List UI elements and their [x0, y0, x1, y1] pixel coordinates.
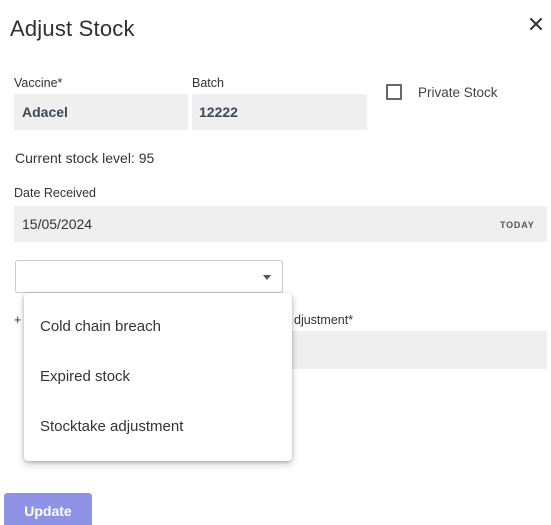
chevron-down-icon[interactable]: [263, 275, 271, 280]
menu-item-stocktake-adjustment[interactable]: Stocktake adjustment: [24, 402, 292, 452]
vaccine-label: Vaccine*: [14, 76, 62, 90]
batch-label: Batch: [192, 76, 224, 90]
date-received-label: Date Received: [14, 186, 96, 200]
menu-item-cold-chain-breach[interactable]: Cold chain breach: [24, 302, 292, 352]
adjustment-sign-label: +: [14, 313, 22, 327]
batch-value: 12222: [199, 104, 238, 120]
reason-dropdown-menu: Cold chain breach Expired stock Stocktak…: [24, 293, 292, 461]
adjustment-label: djustment*: [294, 313, 353, 327]
required-mark: *: [348, 313, 354, 327]
menu-item-expired-stock[interactable]: Expired stock: [24, 352, 292, 402]
adjustment-label-text: djustment: [294, 313, 349, 327]
private-stock-checkbox[interactable]: [386, 84, 402, 100]
date-received-field[interactable]: [14, 206, 547, 242]
required-mark: *: [57, 76, 63, 90]
close-icon[interactable]: [527, 15, 545, 33]
adjustment-field[interactable]: [290, 331, 547, 369]
date-received-value: 15/05/2024: [22, 216, 93, 232]
reason-select[interactable]: [15, 260, 283, 293]
today-button[interactable]: TODAY: [500, 220, 535, 230]
private-stock-label: Private Stock: [418, 85, 498, 100]
vaccine-label-text: Vaccine: [14, 76, 58, 90]
update-button[interactable]: Update: [4, 493, 92, 525]
current-stock-level: Current stock level: 95: [15, 150, 155, 166]
vaccine-value: Adacel: [22, 104, 68, 120]
dialog-title: Adjust Stock: [10, 16, 135, 41]
